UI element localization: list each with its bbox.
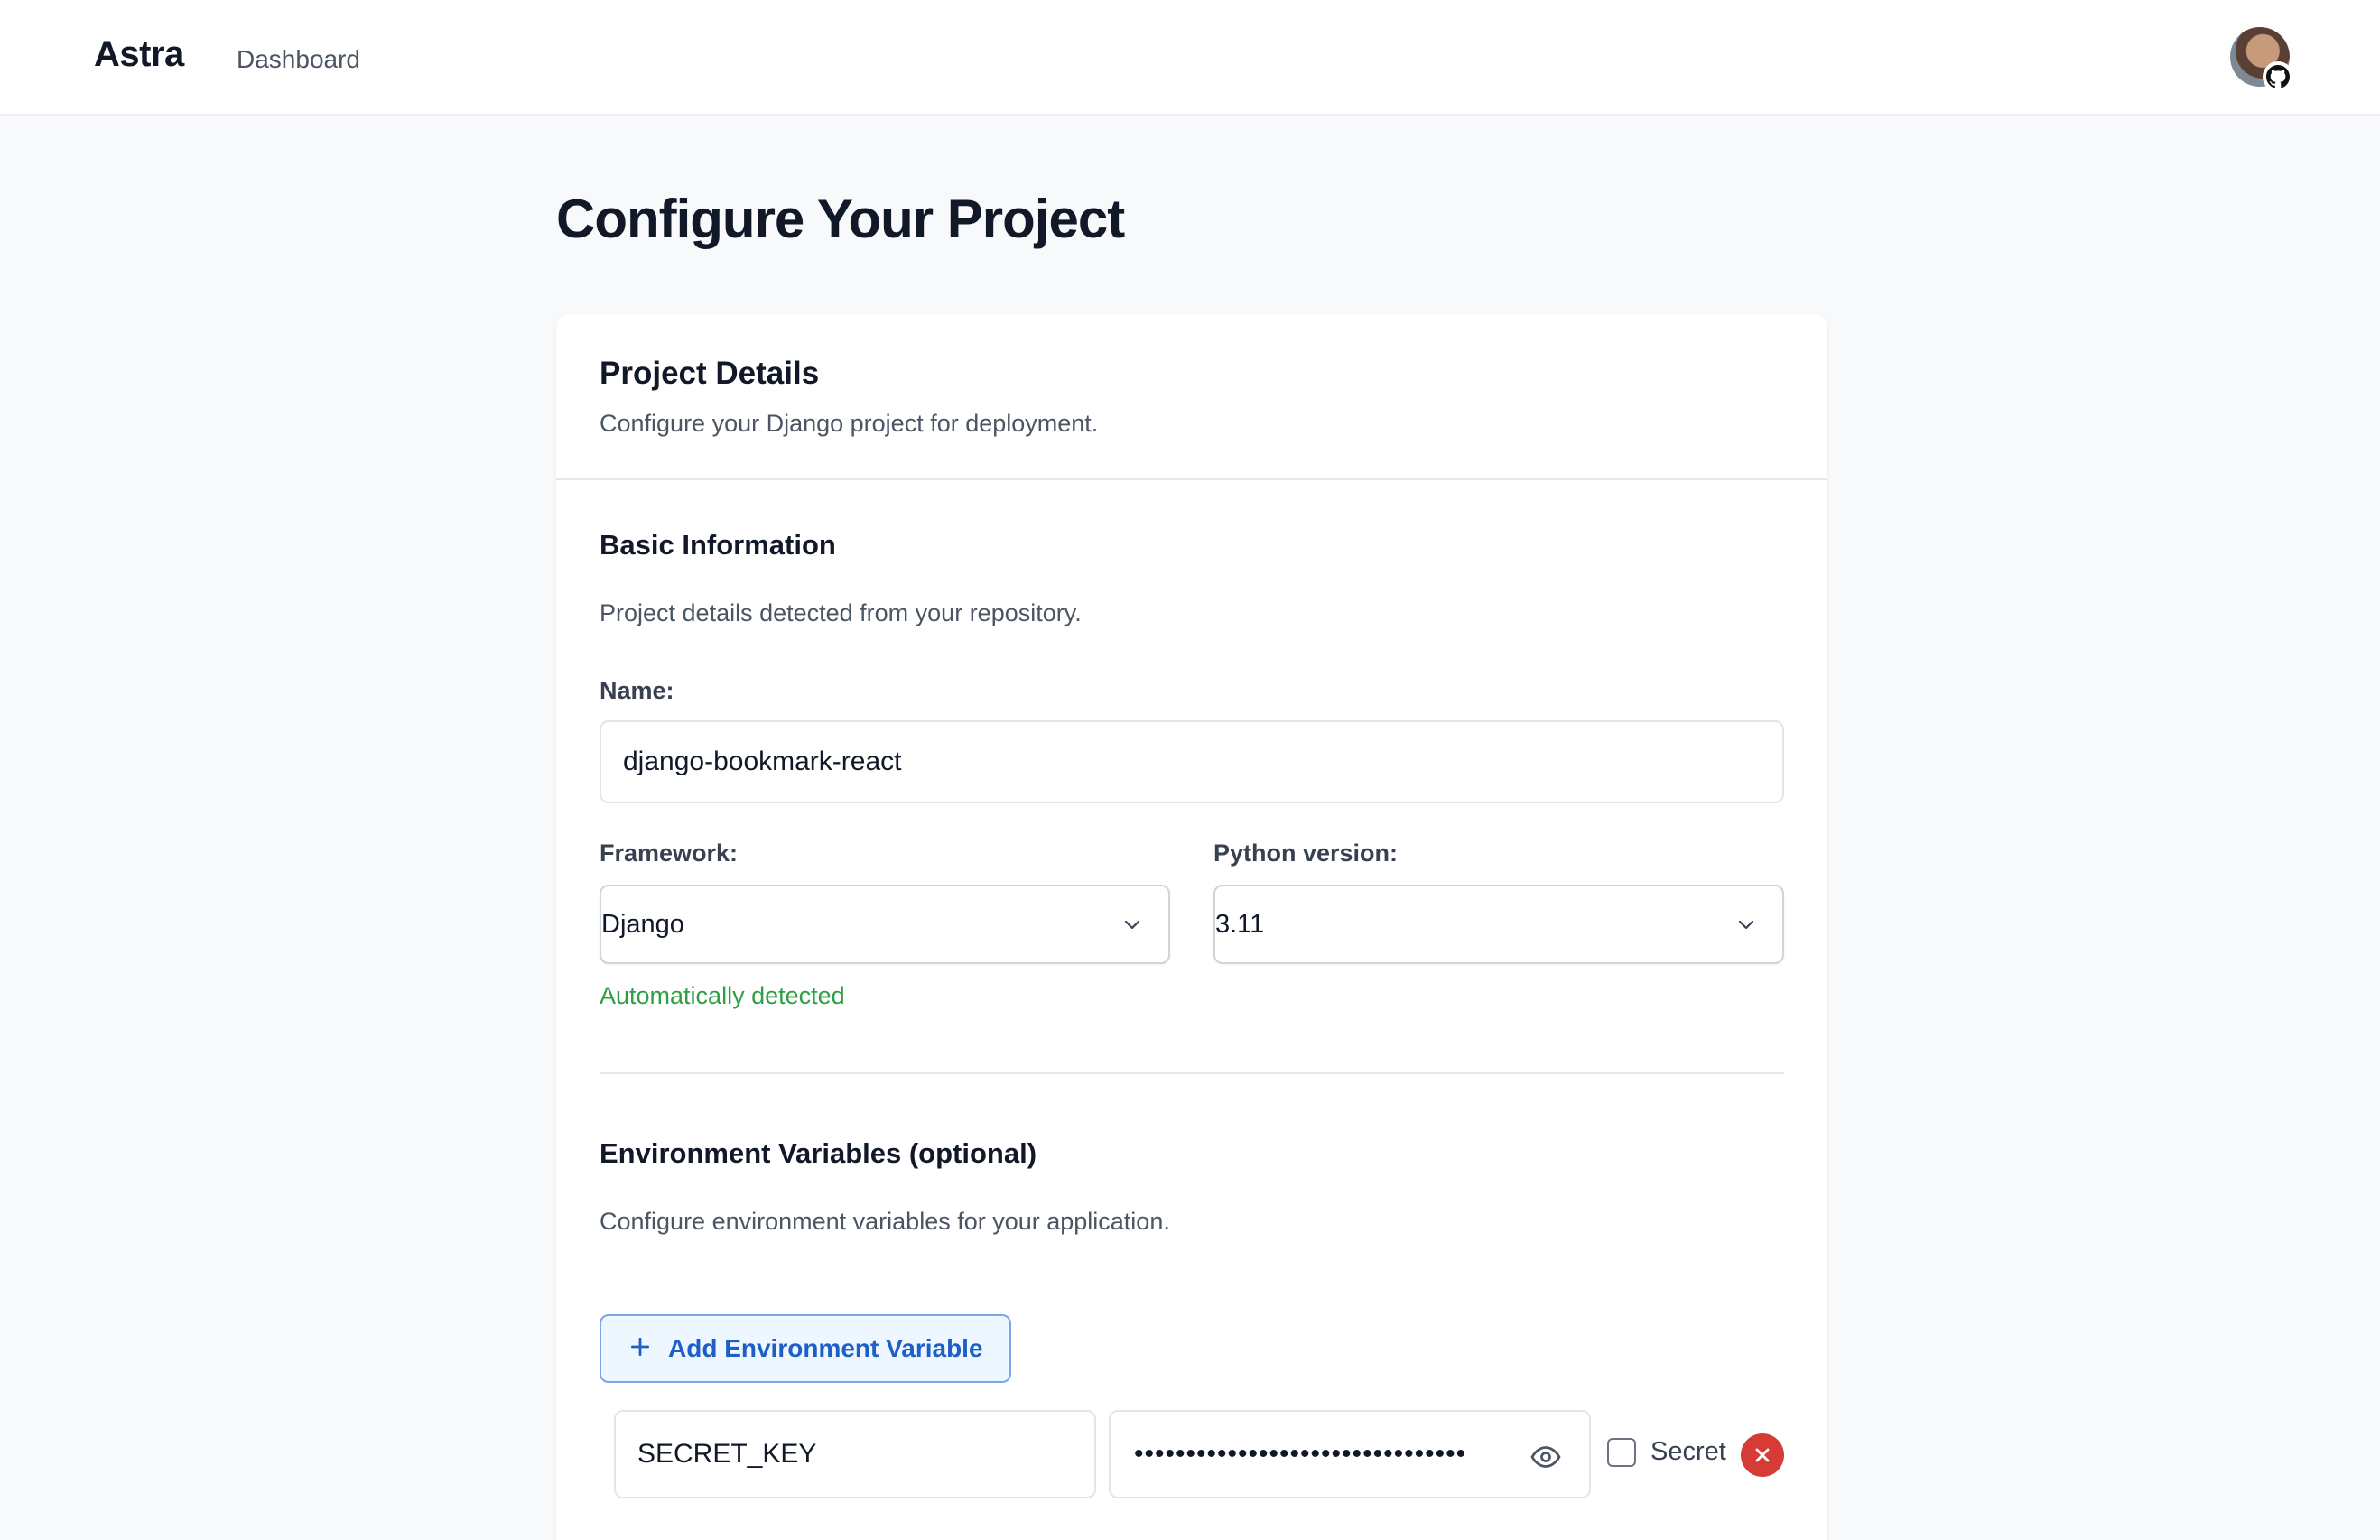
add-env-variable-button[interactable]: Add Environment Variable [600, 1314, 1011, 1383]
card-header: Project Details Configure your Django pr… [556, 314, 1827, 480]
framework-label: Framework: [600, 840, 739, 867]
secret-checkbox[interactable] [1607, 1437, 1636, 1467]
card-title: Project Details [600, 356, 820, 391]
remove-env-variable-button[interactable] [1741, 1433, 1784, 1477]
eye-icon[interactable] [1529, 1441, 1562, 1478]
brand-logo[interactable]: Astra [94, 34, 184, 75]
github-icon [2263, 61, 2293, 92]
card-subtitle: Configure your Django project for deploy… [600, 410, 1099, 437]
page-title: Configure Your Project [556, 189, 1125, 249]
user-avatar[interactable] [2230, 27, 2293, 92]
project-name-input[interactable] [600, 720, 1784, 803]
plus-icon [628, 1335, 652, 1363]
nav-link-dashboard[interactable]: Dashboard [237, 45, 360, 74]
chevron-down-icon [1121, 914, 1143, 940]
framework-selected-value: Django [601, 909, 684, 939]
secret-label: Secret [1650, 1437, 1726, 1466]
close-icon [1755, 1448, 1770, 1462]
python-version-selected-value: 3.11 [1215, 909, 1265, 939]
env-vars-description: Configure environment variables for your… [600, 1208, 1170, 1235]
add-env-variable-label: Add Environment Variable [668, 1334, 983, 1362]
python-version-select[interactable]: 3.11 [1213, 885, 1784, 964]
top-navbar: Astra Dashboard [0, 0, 2380, 116]
section-divider [600, 1072, 1784, 1074]
chevron-down-icon [1735, 914, 1757, 940]
project-details-card: Project Details Configure your Django pr… [556, 314, 1827, 1540]
basic-info-description: Project details detected from your repos… [600, 599, 1082, 626]
masked-value: •••••••••••••••••••••••••••••••• [1134, 1439, 1467, 1469]
name-label: Name: [600, 677, 674, 704]
env-vars-title: Environment Variables (optional) [600, 1137, 1037, 1169]
basic-info-title: Basic Information [600, 529, 836, 561]
auto-detected-note: Automatically detected [600, 982, 845, 1009]
env-key-input[interactable] [614, 1410, 1096, 1498]
framework-select[interactable]: Django [600, 885, 1170, 964]
secret-toggle[interactable]: Secret [1607, 1437, 1726, 1467]
env-variable-row: •••••••••••••••••••••••••••••••• Secret [614, 1410, 1788, 1498]
env-value-input[interactable]: •••••••••••••••••••••••••••••••• [1109, 1410, 1591, 1498]
python-version-label: Python version: [1213, 840, 1399, 867]
